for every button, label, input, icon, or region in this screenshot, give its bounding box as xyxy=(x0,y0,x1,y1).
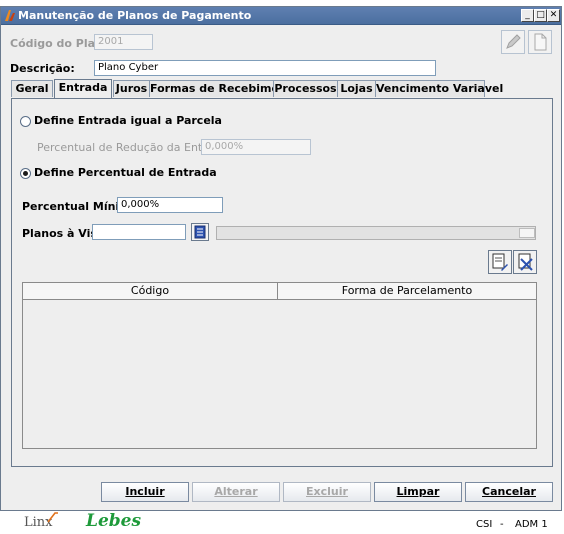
app-logo-icon xyxy=(5,10,15,21)
planos-scroll-thumb[interactable] xyxy=(519,228,535,238)
descricao-field[interactable]: Plano Cyber xyxy=(94,60,436,76)
maximize-icon: □ xyxy=(536,10,545,20)
close-icon: ✕ xyxy=(549,10,558,20)
column-header-codigo[interactable]: Código xyxy=(23,283,278,300)
tab-processos[interactable]: Processos xyxy=(273,80,338,97)
radio-entrada-parcela-label: Define Entrada igual a Parcela xyxy=(34,114,222,127)
status-user: ADM 1 xyxy=(515,519,548,530)
lebes-logo-text: Lebes xyxy=(86,511,142,531)
main-window: Manutenção de Planos de Pagamento _ □ ✕ … xyxy=(0,6,562,511)
cancelar-button[interactable]: Cancelar xyxy=(465,482,553,502)
tab-juros[interactable]: Juros xyxy=(113,80,150,97)
cancelar-label: Cancelar xyxy=(482,485,536,498)
minimize-button[interactable]: _ xyxy=(521,9,534,22)
window-title: Manutenção de Planos de Pagamento xyxy=(18,9,252,22)
tab-lojas[interactable]: Lojas xyxy=(337,80,376,97)
excluir-label: Excluir xyxy=(306,485,348,498)
edit-record-button[interactable] xyxy=(501,30,525,54)
planos-scroll-track[interactable] xyxy=(216,226,536,240)
radio-selected-dot xyxy=(23,171,28,176)
alterar-label: Alterar xyxy=(214,485,258,498)
title-bar[interactable]: Manutenção de Planos de Pagamento _ □ ✕ xyxy=(1,7,561,25)
linx-mark-icon xyxy=(47,512,58,523)
list-icon xyxy=(194,225,206,239)
new-record-button[interactable] xyxy=(528,30,552,54)
incluir-button[interactable]: Incluir xyxy=(101,482,189,502)
planos-vista-field[interactable] xyxy=(92,224,186,240)
maximize-button[interactable]: □ xyxy=(534,9,547,22)
limpar-label: Limpar xyxy=(396,485,440,498)
lebes-logo: Lebes xyxy=(86,511,141,531)
radio-entrada-parcela[interactable] xyxy=(20,116,31,127)
status-bar: Linx Lebes CSI - ADM 1 xyxy=(0,511,564,534)
remove-row-button[interactable] xyxy=(513,250,537,274)
add-document-icon xyxy=(492,253,508,271)
delete-document-icon xyxy=(518,253,533,271)
radio-percentual-entrada[interactable] xyxy=(20,168,31,179)
pencil-icon xyxy=(506,34,521,49)
reducao-field: 0,000% xyxy=(201,139,311,155)
add-row-button[interactable] xyxy=(488,250,512,274)
excluir-button: Excluir xyxy=(283,482,371,502)
tab-vencimento-variavel[interactable]: Vencimento Variavel xyxy=(375,80,503,97)
tab-formas-recebimento[interactable]: Formas de Recebimento xyxy=(149,80,300,97)
tab-entrada[interactable]: Entrada xyxy=(54,79,112,98)
status-company: CSI xyxy=(476,519,493,530)
alterar-button: Alterar xyxy=(192,482,280,502)
entrada-panel: Define Entrada igual a Parcela Percentua… xyxy=(11,98,553,467)
tab-geral[interactable]: Geral xyxy=(11,80,53,97)
status-separator: - xyxy=(500,519,504,530)
limpar-button[interactable]: Limpar xyxy=(374,482,462,502)
incluir-label: Incluir xyxy=(125,485,165,498)
column-header-forma-parcelamento[interactable]: Forma de Parcelamento xyxy=(278,283,536,300)
planos-table[interactable]: Código Forma de Parcelamento xyxy=(22,282,537,449)
codigo-field: 2001 xyxy=(94,34,153,50)
radio-percentual-entrada-label: Define Percentual de Entrada xyxy=(34,166,217,179)
close-button[interactable]: ✕ xyxy=(547,9,560,22)
minimo-field[interactable]: 0,000% xyxy=(117,197,223,213)
minimize-icon: _ xyxy=(525,10,530,20)
planos-lookup-button[interactable] xyxy=(191,223,209,241)
document-icon xyxy=(534,33,547,51)
descricao-label: Descrição: xyxy=(10,62,75,75)
